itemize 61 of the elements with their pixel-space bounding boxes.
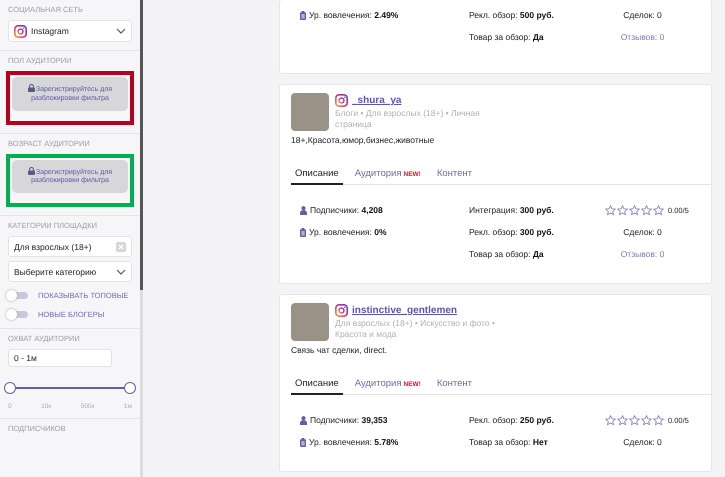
deals-count: Сделок: 0: [623, 10, 662, 20]
user-icon: [300, 206, 307, 214]
reach-input[interactable]: 0 - 1м: [8, 349, 112, 367]
deals-count: Сделок: 0: [623, 227, 662, 237]
stat-text: Интеграция: 300 руб.: [469, 205, 554, 215]
instagram-icon: [335, 304, 348, 317]
star-icon: [641, 204, 652, 216]
photo-placeholder: [291, 93, 329, 131]
chevron-down-icon: [116, 28, 126, 34]
category-text: Для взрослых (18+) • Искусство и фото • Красота и мода: [335, 318, 495, 340]
star-icon: [653, 414, 664, 426]
stat-text: Ур. вовлечения: 2.49%: [309, 10, 398, 20]
chevron-down-icon: [116, 268, 126, 274]
lock-icon: [28, 166, 35, 174]
card-tab[interactable]: Описание: [291, 376, 343, 395]
stat-text: Рекл. обзор: 500 руб.: [469, 10, 554, 20]
blogger-description: Связь чат сделки, direct.: [291, 345, 388, 355]
star-icon: [641, 414, 652, 426]
card-tab[interactable]: Контент: [432, 376, 476, 395]
user-icon: [300, 416, 307, 424]
reviews-link[interactable]: Отзывов: 0: [620, 32, 664, 42]
star-icon: [605, 204, 616, 216]
star-icon: [629, 204, 640, 216]
category-text: Блоги • Для взрослых (18+) • Личная страница: [335, 108, 481, 130]
stat-text: Ур. вовлечения: 0%: [309, 227, 387, 237]
deals-count: Сделок: 0: [623, 437, 662, 447]
blogger-handle-link[interactable]: _shura_ya: [352, 95, 402, 106]
blogger-description: 18+,Красота,юмор,бизнес,животные: [291, 135, 436, 145]
lock-icon: [28, 84, 35, 92]
toggle-switch[interactable]: [8, 310, 28, 318]
star-icon: [605, 414, 616, 426]
battery-icon: [300, 438, 306, 446]
stat-text: Рекл. обзор: 300 руб.: [469, 227, 554, 237]
stat-text: Товар за обзор: Да: [469, 249, 544, 259]
clear-icon[interactable]: [116, 242, 126, 252]
slider-handle[interactable]: [124, 382, 136, 394]
stat-text: Подписчики: 39,353: [310, 415, 388, 425]
instagram-icon: [335, 94, 348, 107]
card-tab[interactable]: Описание: [291, 166, 343, 185]
star-icon: [653, 204, 664, 216]
card-tab[interactable]: Контент: [432, 166, 476, 185]
stat-text: Подписчики: 4,208: [310, 205, 383, 215]
slider-handle[interactable]: [4, 382, 16, 394]
stat-text: Рекл. обзор: 250 руб.: [469, 415, 554, 425]
instagram-icon: [14, 24, 27, 38]
stat-text: Товар за обзор: Нет: [469, 437, 548, 447]
network-select[interactable]: Instagram: [8, 20, 132, 42]
category-tag-field[interactable]: Для взрослых (18+): [8, 236, 132, 257]
battery-icon: [300, 10, 306, 20]
stat-text: Ур. вовлечения: 5.78%: [309, 437, 398, 447]
scrollbar-thumb[interactable]: [140, 0, 143, 290]
star-icon: [617, 204, 628, 216]
toggle-switch[interactable]: [8, 292, 28, 298]
reviews-link[interactable]: Отзывов: 0: [620, 249, 664, 259]
stat-text: Товар за обзор: Да: [469, 32, 544, 42]
photo-placeholder: [291, 303, 329, 341]
battery-icon: [300, 228, 306, 236]
star-icon: [629, 414, 640, 426]
category-select[interactable]: Выберите категорию: [8, 261, 132, 282]
star-icon: [617, 414, 628, 426]
blogger-handle-link[interactable]: instinctive_gentlemen: [352, 305, 458, 316]
